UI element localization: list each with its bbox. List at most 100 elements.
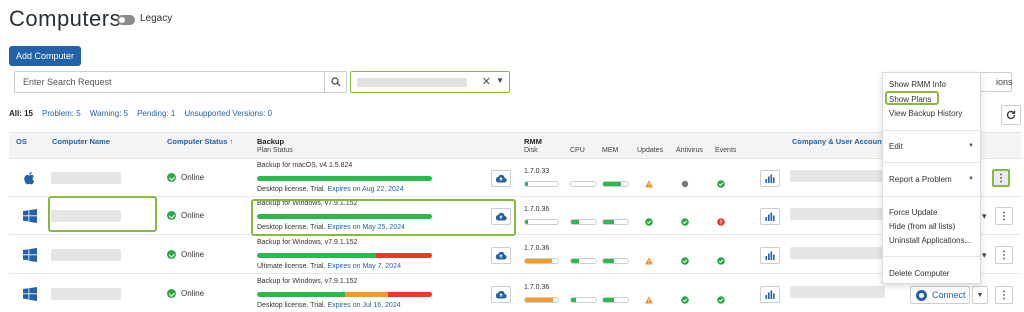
mem-usage-bar xyxy=(602,219,629,225)
computer-status: Online xyxy=(167,250,204,259)
col-computer-status[interactable]: Computer Status ↑ xyxy=(167,137,233,146)
expiry-link[interactable]: Expires on Aug 22, 2024 xyxy=(327,186,403,193)
windows-icon xyxy=(23,287,37,301)
search-input[interactable]: Enter Search Request xyxy=(14,71,347,93)
events-ok-icon xyxy=(717,180,725,188)
online-check-icon xyxy=(167,211,176,220)
menu-hide[interactable]: Hide (from all lists) xyxy=(889,222,955,231)
rmm-version: 1.7.0.36 xyxy=(524,206,550,213)
row-context-menu: Show RMM Info Show Plans View Backup His… xyxy=(882,72,981,284)
connect-dropdown-button[interactable]: ▼ xyxy=(972,286,988,304)
search-icon[interactable] xyxy=(324,72,346,92)
connect-button[interactable]: Connect xyxy=(910,286,970,304)
filter-warning[interactable]: Warning: 5 xyxy=(90,109,128,118)
plan-status-bar xyxy=(257,292,432,297)
rmm-version: 1.7.0.33 xyxy=(524,168,550,175)
disk-usage-fill xyxy=(525,259,553,263)
connect-label: Connect xyxy=(932,290,966,300)
plan-bar-green xyxy=(257,292,345,297)
company-account-redacted[interactable] xyxy=(790,170,885,182)
col-company[interactable]: Company & User Account xyxy=(792,137,884,146)
license-text: Desktop license. Trial. xyxy=(257,186,326,193)
chevron-down-icon[interactable]: ▾ xyxy=(982,211,987,222)
table-row[interactable]: Online Backup for macOS, v4.1.5.824 Deskto… xyxy=(9,159,1021,197)
plan-name[interactable]: Backup for Windows, v7.9.1.152 xyxy=(257,278,357,285)
table-row[interactable]: Online Backup for Windows, v7.9.1.152 Ulti… xyxy=(9,236,1021,274)
rmm-chart-button[interactable] xyxy=(760,208,780,225)
mem-usage-fill xyxy=(603,259,615,263)
filter-all[interactable]: All: 15 xyxy=(9,109,33,118)
page-title: Computers xyxy=(9,6,122,31)
col-os[interactable]: OS xyxy=(16,137,27,146)
table-row[interactable]: Online Backup for Windows, v7.9.1.152 Desk… xyxy=(9,275,1021,312)
cloud-upload-button[interactable] xyxy=(491,170,511,187)
mem-usage-bar xyxy=(602,258,629,264)
company-account-redacted[interactable] xyxy=(790,286,885,298)
menu-uninstall-applications[interactable]: Uninstall Applications... xyxy=(889,236,971,245)
company-account-redacted[interactable] xyxy=(790,208,885,220)
row-actions-button[interactable]: ⋮ xyxy=(992,169,1010,187)
computer-name-redacted[interactable] xyxy=(51,249,121,261)
row-actions-button[interactable]: ⋮ xyxy=(995,286,1013,304)
cpu-usage-bar xyxy=(570,258,597,264)
online-check-icon xyxy=(167,173,176,182)
updates-warning-icon xyxy=(645,296,653,304)
events-ok-icon xyxy=(717,296,725,304)
events-error-icon xyxy=(717,218,725,226)
status-label: Online xyxy=(181,289,205,298)
computer-name-redacted[interactable] xyxy=(51,172,121,184)
cpu-usage-fill xyxy=(571,259,579,263)
cpu-usage-bar xyxy=(570,297,597,303)
cloud-upload-button[interactable] xyxy=(491,247,511,264)
chevron-down-icon[interactable]: ▼ xyxy=(496,76,504,85)
rmm-version: 1.7.0.36 xyxy=(524,245,550,252)
menu-edit[interactable]: Edit xyxy=(889,142,903,151)
plan-name[interactable]: Backup for macOS, v4.1.5.824 xyxy=(257,162,352,169)
cloud-upload-button[interactable] xyxy=(491,286,511,303)
computer-status: Online xyxy=(167,211,204,220)
plan-status-bar xyxy=(257,176,432,181)
legacy-toggle[interactable] xyxy=(117,15,135,25)
clear-icon[interactable]: ✕ xyxy=(482,75,491,88)
plan-bar-red xyxy=(376,253,432,258)
windows-icon xyxy=(23,248,37,262)
company-filter-select[interactable]: ✕ ▼ xyxy=(350,71,510,93)
computer-name-redacted[interactable] xyxy=(51,288,121,300)
col-cpu: CPU xyxy=(570,147,585,154)
mem-usage-bar xyxy=(602,297,629,303)
updates-warning-icon xyxy=(645,180,653,188)
row-actions-button[interactable]: ⋮ xyxy=(995,246,1013,264)
rmm-chart-button[interactable] xyxy=(760,286,780,303)
legacy-label: Legacy xyxy=(140,13,173,24)
filter-pending[interactable]: Pending: 1 xyxy=(137,109,175,118)
expiry-link[interactable]: Expires on Jul 16, 2024 xyxy=(327,302,400,309)
company-account-redacted[interactable] xyxy=(790,247,885,259)
menu-report-problem[interactable]: Report a Problem xyxy=(889,175,952,184)
expiry-link[interactable]: Expires on May 7, 2024 xyxy=(327,263,401,270)
filter-problem[interactable]: Problem: 5 xyxy=(42,109,81,118)
col-computer-name[interactable]: Computer Name xyxy=(52,137,110,146)
status-filters: All: 15 Problem: 5 Warning: 5 Pending: 1… xyxy=(9,109,272,118)
chevron-down-icon[interactable]: ▾ xyxy=(982,250,987,261)
add-computer-button[interactable]: Add Computer xyxy=(9,46,81,66)
menu-view-backup-history[interactable]: View Backup History xyxy=(889,109,962,118)
menu-delete-computer[interactable]: Delete Computer xyxy=(889,269,949,278)
updates-warning-icon xyxy=(645,257,653,265)
cloud-upload-icon xyxy=(495,251,507,260)
table-header: OS Computer Name Computer Status ↑ Backu… xyxy=(9,132,1021,159)
col-antivirus: Antivirus xyxy=(676,147,703,154)
filter-unsupported[interactable]: Unsupported Versions: 0 xyxy=(184,109,272,118)
mem-usage-fill xyxy=(603,220,615,224)
menu-force-update[interactable]: Force Update xyxy=(889,208,937,217)
plan-bar-green xyxy=(257,253,376,258)
row-actions-button[interactable]: ⋮ xyxy=(995,207,1013,225)
plan-name[interactable]: Backup for Windows, v7.9.1.152 xyxy=(257,239,357,246)
refresh-button[interactable] xyxy=(1001,105,1021,125)
col-updates: Updates xyxy=(637,147,664,154)
disk-usage-fill xyxy=(525,220,529,224)
menu-show-rmm-info[interactable]: Show RMM Info xyxy=(889,80,946,89)
disk-usage-fill xyxy=(525,298,554,302)
rmm-chart-button[interactable] xyxy=(760,247,780,264)
rmm-chart-button[interactable] xyxy=(760,170,780,187)
col-disk: Disk xyxy=(524,147,538,154)
